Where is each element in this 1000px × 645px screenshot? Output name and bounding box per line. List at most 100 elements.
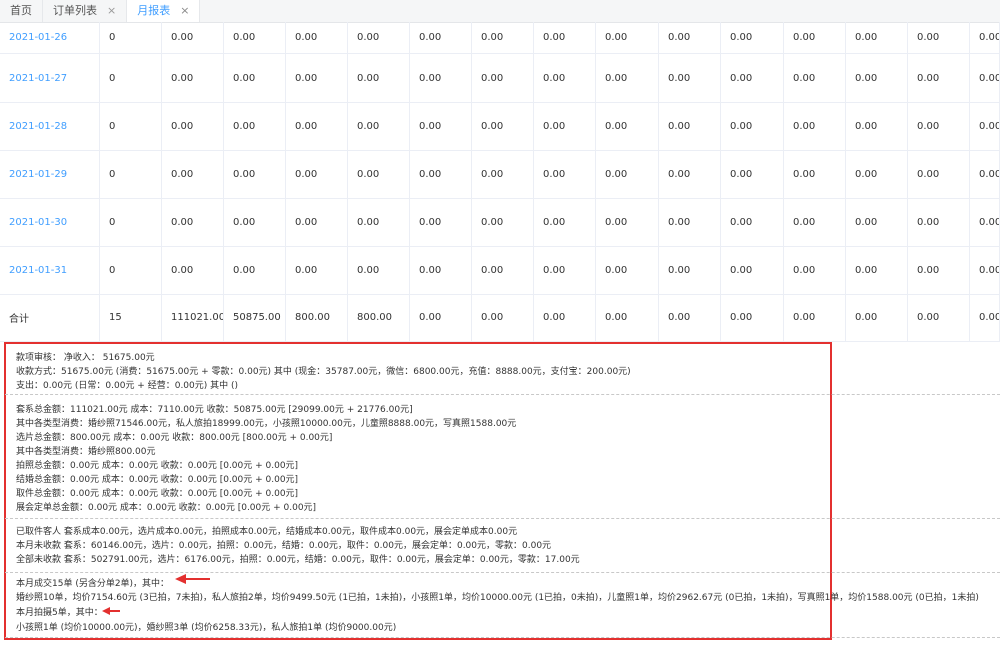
table-cell: 0.00 [908, 22, 970, 53]
summary-line: 小孩照1单 (均价10000.00元)，婚纱照3单 (均价6258.33元)，私… [16, 623, 397, 633]
section-divider [5, 637, 1000, 638]
summary-line: 结婚总金额：0.00元 成本：0.00元 收款：0.00元 [0.00元 + 0… [16, 475, 299, 485]
table-cell: 0.00 [970, 54, 1000, 102]
table-cell: 0.00 [784, 22, 846, 53]
table-cell: 0.00 [721, 198, 784, 246]
date-link[interactable]: 2021-01-28 [0, 102, 100, 150]
table-row: 2021-01-31 0 0.00 0.00 0.00 0.00 0.00 0.00 0.00 0… [0, 246, 1000, 295]
section-divider [5, 572, 1000, 573]
table-row: 2021-01-28 0 0.00 0.00 0.00 0.00 0.00 0.00 0.00 0… [0, 102, 1000, 151]
table-cell: 800.00 [348, 294, 410, 341]
close-icon[interactable]: × [180, 0, 189, 22]
table-row: 2021-01-30 0 0.00 0.00 0.00 0.00 0.00 0.00 0.00 0… [0, 198, 1000, 247]
table-cell: 0.00 [534, 102, 596, 150]
summary-line: 选片总金额：800.00元 成本：0.00元 收款：800.00元 [800.0… [16, 433, 333, 443]
table-cell: 0.00 [472, 294, 534, 341]
tab-label: 月报表 [137, 4, 171, 17]
table-cell: 0.00 [659, 54, 721, 102]
summary-line: 其中各类型消费：婚纱照71546.00元，私人旅拍18999.00元，小孩照10… [16, 419, 517, 429]
table-cell: 0.00 [410, 54, 472, 102]
table-cell: 0.00 [721, 102, 784, 150]
date-link[interactable]: 2021-01-31 [0, 246, 100, 294]
table-cell: 0.00 [659, 102, 721, 150]
table-cell: 0.00 [659, 150, 721, 198]
table-cell: 0.00 [721, 150, 784, 198]
table-cell: 0.00 [908, 246, 970, 294]
date-link[interactable]: 2021-01-27 [0, 54, 100, 102]
table-cell: 0.00 [784, 54, 846, 102]
tab-0[interactable]: 首页 [0, 0, 43, 22]
table-cell: 0.00 [596, 294, 659, 341]
table-cell: 0.00 [534, 22, 596, 53]
tab-label: 订单列表 [53, 4, 97, 17]
table-cell: 0.00 [970, 150, 1000, 198]
table-cell: 0.00 [846, 150, 908, 198]
summary-line: 取件总金额：0.00元 成本：0.00元 收款：0.00元 [0.00元 + 0… [16, 489, 299, 499]
table-cell: 0.00 [596, 102, 659, 150]
table-cell: 800.00 [286, 294, 348, 341]
table-cell: 0.00 [410, 294, 472, 341]
table-cell: 0.00 [534, 150, 596, 198]
table-cell: 0 [100, 22, 162, 53]
table-cell: 0.00 [224, 246, 286, 294]
table-cell: 0.00 [846, 198, 908, 246]
table-cell: 0.00 [659, 294, 721, 341]
table-cell: 0.00 [472, 150, 534, 198]
table-cell: 0.00 [784, 246, 846, 294]
table-cell: 0.00 [721, 22, 784, 53]
table-cell: 0.00 [721, 246, 784, 294]
tab-label: 首页 [10, 4, 32, 17]
table-cell: 0.00 [596, 246, 659, 294]
table-cell: 0.00 [162, 246, 224, 294]
table-cell: 0.00 [224, 150, 286, 198]
table-row: 2021-01-26 0 0.00 0.00 0.00 0.00 0.00 0.00 0.00 0… [0, 22, 1000, 54]
table-cell: 0.00 [472, 246, 534, 294]
table-cell: 0.00 [286, 246, 348, 294]
summary-line: 收款方式：51675.00元 (消费：51675.00元 + 零款：0.00元)… [16, 367, 631, 377]
table-cell: 0.00 [224, 102, 286, 150]
date-link[interactable]: 2021-01-29 [0, 150, 100, 198]
table-cell: 0.00 [784, 294, 846, 341]
summary-line: 拍照总金额：0.00元 成本：0.00元 收款：0.00元 [0.00元 + 0… [16, 461, 299, 471]
section-divider [5, 394, 1000, 395]
date-link[interactable]: 2021-01-26 [0, 22, 100, 53]
table-cell: 0.00 [286, 198, 348, 246]
summary-line: 展会定单总金额：0.00元 成本：0.00元 收款：0.00元 [0.00元 +… [16, 503, 317, 513]
table-cell: 0.00 [286, 54, 348, 102]
table-cell: 0.00 [659, 22, 721, 53]
table-row: 2021-01-29 0 0.00 0.00 0.00 0.00 0.00 0.00 0.00 0… [0, 150, 1000, 199]
table-cell: 0.00 [784, 198, 846, 246]
tab-1[interactable]: 订单列表 × [43, 0, 128, 22]
table-cell: 0.00 [472, 22, 534, 53]
table-cell: 0.00 [534, 54, 596, 102]
annotation-arrow-icon [102, 607, 120, 615]
total-label: 合计 [0, 294, 100, 341]
table-cell: 0.00 [596, 54, 659, 102]
table-cell: 0.00 [224, 22, 286, 53]
summary-line: 套系总金额：111021.00元 成本：7110.00元 收款：50875.00… [16, 405, 413, 415]
table-cell: 0.00 [908, 294, 970, 341]
summary-line: 支出：0.00元 (日常：0.00元 + 经营：0.00元) 其中 () [16, 381, 239, 391]
table-cell: 0.00 [162, 102, 224, 150]
table-cell: 50875.00 [224, 294, 286, 341]
table-cell: 0 [100, 102, 162, 150]
table-cell: 0.00 [348, 102, 410, 150]
table-cell: 0.00 [348, 150, 410, 198]
close-icon[interactable]: × [107, 0, 116, 22]
table-cell: 0.00 [908, 150, 970, 198]
table-cell: 0.00 [846, 54, 908, 102]
table-cell: 0.00 [224, 198, 286, 246]
table-cell: 0.00 [472, 54, 534, 102]
table-cell: 0.00 [970, 198, 1000, 246]
tab-2[interactable]: 月报表 × [127, 0, 201, 22]
table-cell: 0.00 [410, 246, 472, 294]
table-cell: 0.00 [596, 22, 659, 53]
tab-bar: 首页 订单列表 × 月报表 × [0, 0, 1000, 23]
table-cell: 0.00 [534, 294, 596, 341]
section-divider [5, 518, 1000, 519]
table-cell: 0.00 [846, 22, 908, 53]
date-link[interactable]: 2021-01-30 [0, 198, 100, 246]
summary-line: 款项审核： 净收入： 51675.00元 [16, 353, 155, 363]
table-cell: 15 [100, 294, 162, 341]
table-row: 2021-01-27 0 0.00 0.00 0.00 0.00 0.00 0.00 0.00 0… [0, 54, 1000, 103]
